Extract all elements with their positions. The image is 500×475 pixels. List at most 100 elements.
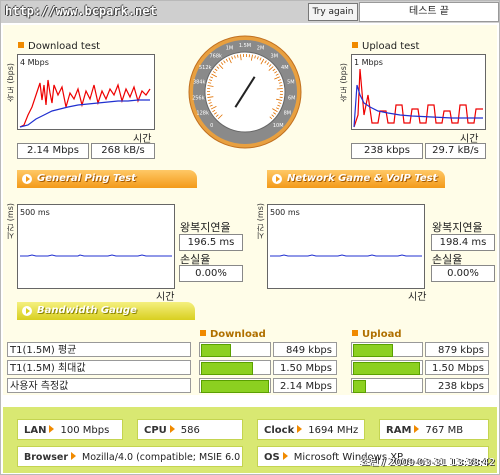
arrow-icon <box>272 174 282 184</box>
ping-graph: 500 ms <box>17 204 175 289</box>
upload-title: Upload test <box>352 41 419 52</box>
gauge-tick-label: 2M <box>257 46 265 52</box>
ping-graph-svg: 500 ms <box>20 208 172 257</box>
gauge-tick-label: 10M <box>273 123 284 129</box>
download-bar <box>199 360 271 375</box>
game-graph-svg: 500 ms <box>270 208 422 257</box>
bw-upload-header: Upload <box>352 329 401 340</box>
upload-bar-fill <box>353 362 420 375</box>
download-title: Download test <box>18 41 100 52</box>
upload-scale: 1 Mbps <box>354 58 383 67</box>
gauge-tick-label: 8M <box>284 110 292 116</box>
status-text: 테스트 끝 <box>359 2 499 22</box>
upload-bar-fill <box>353 344 393 357</box>
bullet-icon <box>200 330 206 336</box>
gauge-tick-label: 6M <box>288 95 296 101</box>
game-line <box>270 254 422 257</box>
upload-rate: 29.7 kB/s <box>425 143 486 159</box>
try-again-button[interactable]: Try again <box>308 3 358 21</box>
bw-row-label: 사용자 측정값 <box>7 378 191 393</box>
download-graph: 4 Mbps <box>17 54 155 130</box>
bandwidth-gauge-header: Bandwidth Gauge <box>17 302 195 320</box>
game-voip-header: Network Game & VoIP Test <box>267 170 445 188</box>
game-time-label: 시간 <box>408 292 427 303</box>
gauge-tick-label: 128k <box>196 110 209 116</box>
download-red-line <box>19 79 151 128</box>
top-bar: http://www.bcpark.net Try again 테스트 끝 <box>1 1 499 23</box>
site-logo: http://www.bcpark.net <box>5 4 157 18</box>
gauge-tick-label: 3M <box>271 53 279 59</box>
upload-bar <box>351 360 423 375</box>
bullet-icon <box>352 42 358 48</box>
bullet-icon <box>18 42 24 48</box>
download-speed: 2.14 Mbps <box>17 143 89 159</box>
info-browser: Browser Mozilla/4.0 (compatible; MSIE 6.0 <box>17 446 243 467</box>
triangle-icon <box>71 452 77 460</box>
download-value: 2.14 Mbps <box>273 378 337 393</box>
gauge-tick-label: 1.5M <box>239 43 251 49</box>
upload-blue-line <box>353 84 483 128</box>
triangle-icon <box>414 425 420 433</box>
triangle-icon <box>297 425 303 433</box>
bullet-icon <box>352 330 358 336</box>
download-bar-fill <box>201 380 269 393</box>
gauge-tick-label: 0 <box>210 123 213 129</box>
download-y-label: 속도 (bps) <box>6 63 15 103</box>
info-ram: RAM 767 MB <box>379 419 489 440</box>
speedtest-window: http://www.bcpark.net Try again 테스트 끝 Do… <box>0 0 500 475</box>
upload-graph-svg: 1 Mbps <box>353 58 483 128</box>
upload-value: 1.50 Mbps <box>425 360 489 375</box>
upload-bar-fill <box>353 380 366 393</box>
gauge-tick-label: 5M <box>287 80 295 86</box>
triangle-icon <box>282 452 288 460</box>
triangle-icon <box>49 425 55 433</box>
gauge-tick-label: 256k <box>192 95 205 101</box>
game-graph: 500 ms <box>267 204 425 289</box>
upload-value: 238 kbps <box>425 378 489 393</box>
info-lan: LAN 100 Mbps <box>17 419 123 440</box>
bw-download-header: Download <box>200 329 266 340</box>
game-rtt: 198.4 ms <box>431 234 495 251</box>
arrow-icon <box>22 306 32 316</box>
gauge-tick-label: 384k <box>193 80 206 86</box>
game-scale: 500 ms <box>270 208 300 217</box>
ping-loss: 0.00% <box>179 265 243 282</box>
upload-value: 879 kbps <box>425 342 489 357</box>
download-bar <box>199 342 271 357</box>
gauge-tick <box>276 88 283 90</box>
ping-rtt: 196.5 ms <box>179 234 243 251</box>
info-clock: Clock 1694 MHz <box>257 419 365 440</box>
download-value: 849 kbps <box>273 342 337 357</box>
arrow-icon <box>22 174 32 184</box>
upload-y-label: 속도 (bps) <box>339 63 348 103</box>
upload-speed: 238 kbps <box>351 143 423 159</box>
download-blue-line <box>19 99 150 128</box>
ping-line <box>20 254 172 257</box>
upload-bar <box>351 342 423 357</box>
download-graph-svg: 4 Mbps <box>19 58 151 128</box>
game-loss: 0.00% <box>431 265 495 282</box>
gauge-tick-label: 768k <box>209 53 222 59</box>
game-rtt-label: 왕복지연율 <box>432 221 483 234</box>
ping-scale: 500 ms <box>20 208 50 217</box>
gauge-tick-label: 1M <box>226 46 234 52</box>
download-bar-fill <box>201 362 253 375</box>
speed-gauge: 0 128k 256k 384k 512k 768k 1M 1.5M 2M 3M 4M 5M 6M 8M 1… <box>187 34 303 150</box>
download-rate: 268 kB/s <box>91 143 155 159</box>
gauge-tick-label: 512k <box>199 65 212 71</box>
info-cpu: CPU 586 <box>137 419 243 440</box>
download-value: 1.50 Mbps <box>273 360 337 375</box>
ping-y-label: 시간 (ms) <box>6 203 15 240</box>
ping-time-label: 시간 <box>156 292 175 303</box>
timestamp: 초린 / 2009-03-31 13:38:42 <box>360 457 495 468</box>
upload-bar <box>351 378 423 393</box>
gauge-tick <box>279 85 283 87</box>
download-bar <box>199 378 271 393</box>
download-scale: 4 Mbps <box>20 58 49 67</box>
ping-rtt-label: 왕복지연율 <box>180 221 231 234</box>
general-ping-header: General Ping Test <box>17 170 197 188</box>
download-bar-fill <box>201 344 231 357</box>
upload-graph: 1 Mbps <box>351 54 486 130</box>
bw-row-label: T1(1.5M) 평균 <box>7 342 191 357</box>
triangle-icon <box>169 425 175 433</box>
